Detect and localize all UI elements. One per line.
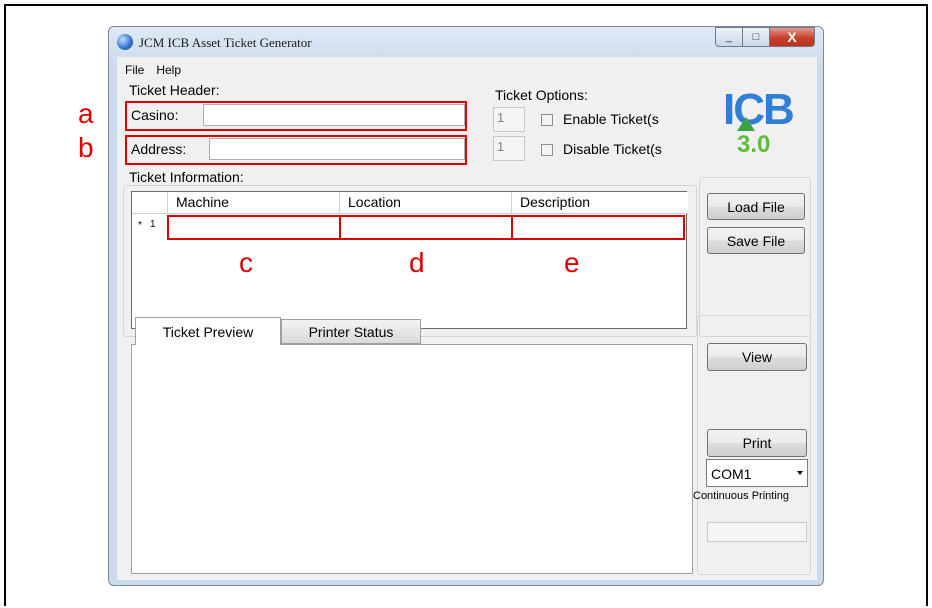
column-description[interactable]: Description (512, 192, 688, 214)
ticket-options-label: Ticket Options: (495, 87, 588, 103)
icb-logo-version: 3.0 (737, 131, 771, 158)
enable-ticket-label: Enable Ticket(s (563, 111, 659, 127)
annotation-box-a (125, 101, 467, 131)
disable-ticket-checkbox[interactable] (541, 144, 553, 156)
maximize-button[interactable]: □ (742, 27, 770, 47)
location-cell[interactable] (339, 215, 513, 240)
annotation-b: b (78, 132, 94, 163)
disable-count-spinner[interactable]: 1 (493, 136, 525, 161)
enable-count-spinner[interactable]: 1 (493, 107, 525, 132)
annotation-a: a (78, 98, 94, 129)
logo-triangle-icon (737, 117, 755, 131)
client-area: File Help Ticket Header: Casino: Address:… (117, 57, 817, 580)
ticket-information-label: Ticket Information: (129, 169, 244, 185)
minimize-button[interactable]: _ (715, 27, 743, 47)
enable-ticket-checkbox[interactable] (541, 114, 553, 126)
save-file-button[interactable]: Save File (707, 227, 805, 254)
menu-help[interactable]: Help (156, 63, 181, 77)
menu-file[interactable]: File (125, 63, 144, 77)
machine-cell[interactable] (167, 215, 341, 240)
row-marker: * (138, 220, 142, 231)
row-number: 1 (150, 219, 156, 230)
chevron-down-icon (797, 471, 803, 475)
print-button[interactable]: Print (707, 429, 807, 457)
title-bar: JCM ICB Asset Ticket Generator _ □ X (109, 27, 823, 57)
close-button[interactable]: X (769, 27, 815, 47)
app-icon (117, 34, 133, 50)
com-port-select[interactable]: COM1 (706, 459, 808, 487)
annotation-d: d (409, 247, 425, 278)
com-port-value: COM1 (711, 466, 752, 482)
continuous-printing-label: Continuous Printing (693, 490, 790, 502)
icb-logo-text: ICB (723, 85, 795, 134)
ticket-header-label: Ticket Header: (129, 82, 220, 98)
annotation-c: c (239, 247, 253, 278)
menu-bar: File Help (117, 63, 185, 77)
load-file-button[interactable]: Load File (707, 193, 805, 220)
grid-row-header-corner (132, 192, 168, 214)
continuous-printing-field[interactable] (707, 522, 807, 542)
ticket-preview-area (131, 344, 693, 574)
column-location[interactable]: Location (340, 192, 512, 214)
annotation-e: e (564, 247, 580, 278)
annotation-box-b (125, 135, 467, 165)
window-title: JCM ICB Asset Ticket Generator (139, 35, 312, 50)
column-machine[interactable]: Machine (168, 192, 340, 214)
app-window: JCM ICB Asset Ticket Generator _ □ X Fil… (108, 26, 824, 586)
disable-ticket-label: Disable Ticket(s (563, 141, 662, 157)
tab-ticket-preview[interactable]: Ticket Preview (135, 317, 281, 345)
view-button[interactable]: View (707, 343, 807, 371)
icb-logo: ICB 3.0 (717, 81, 797, 161)
tab-printer-status[interactable]: Printer Status (281, 319, 421, 344)
description-cell[interactable] (511, 215, 685, 240)
